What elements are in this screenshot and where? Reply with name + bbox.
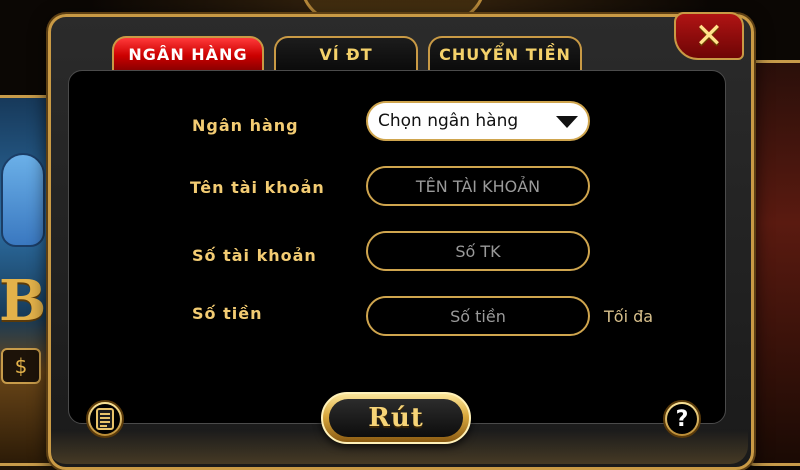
account-name-placeholder: TÊN TÀI KHOẢN <box>415 176 541 196</box>
account-number-label: Số tài khoản <box>192 246 317 265</box>
background-letter-graphic: B <box>0 268 47 334</box>
history-button[interactable] <box>86 400 124 438</box>
background-dollar-icon: $ <box>1 348 41 384</box>
tab-transfer[interactable]: CHUYỂN TIỀN <box>428 36 582 70</box>
amount-label: Số tiền <box>192 304 263 323</box>
bank-select-value: Chọn ngân hàng <box>378 111 519 131</box>
close-icon: ✕ <box>694 16 724 56</box>
bank-label: Ngân hàng <box>192 116 299 135</box>
account-number-input[interactable]: Số TK <box>366 231 590 271</box>
max-amount-button[interactable]: Tối đa <box>604 307 653 326</box>
account-name-label: Tên tài khoản <box>190 178 325 197</box>
close-button[interactable]: ✕ <box>674 12 744 60</box>
amount-input[interactable]: Số tiền <box>366 296 590 336</box>
withdraw-button[interactable]: Rút <box>321 392 471 444</box>
chevron-down-icon <box>556 116 578 128</box>
document-icon <box>90 404 120 434</box>
help-icon: ? <box>667 404 697 434</box>
withdraw-button-label: Rút <box>368 403 424 433</box>
account-number-placeholder: Số TK <box>455 241 501 261</box>
help-button[interactable]: ? <box>663 400 701 438</box>
account-name-input[interactable]: TÊN TÀI KHOẢN <box>366 166 590 206</box>
tab-bank[interactable]: NGÂN HÀNG <box>112 36 264 70</box>
bank-select[interactable]: Chọn ngân hàng <box>366 101 590 141</box>
background-fish-graphic <box>1 153 45 247</box>
amount-placeholder: Số tiền <box>450 306 506 326</box>
tab-e-wallet[interactable]: VÍ ĐT <box>274 36 418 70</box>
